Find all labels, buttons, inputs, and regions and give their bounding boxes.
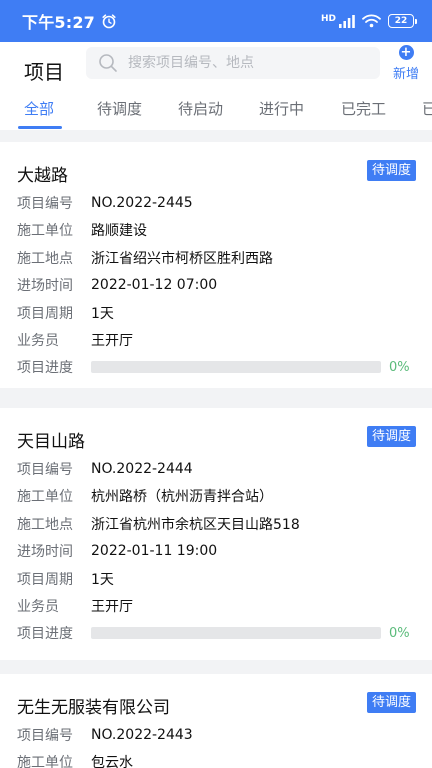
entry-time-label: 进场时间 [17,544,73,560]
contractor-value: 杭州路桥（杭州沥青拌合站） [91,489,273,505]
tab-more[interactable]: 已 [422,98,432,119]
status-time: 下午5:27 [22,13,95,32]
project-card[interactable]: 大越路 待调度 项目编号 NO.2022-2445 施工单位 路顺建设 施工地点… [0,142,432,388]
period-row: 项目周期 1天 [17,568,417,590]
status-badge: 待调度 [366,692,416,713]
entry-time-value: 2022-01-11 19:00 [91,543,218,559]
tab-pending-start[interactable]: 待启动 [178,98,223,119]
entry-time-value: 2022-01-12 07:00 [91,277,218,293]
project-number-value: NO.2022-2443 [91,727,193,743]
project-name: 无生无服装有限公司 [17,698,170,718]
progress-row: 项目进度 0% [17,356,417,378]
status-tabs: 全部 待调度 待启动 进行中 已完工 已 [0,90,432,130]
tab-all[interactable]: 全部 [24,98,54,119]
tab-in-progress[interactable]: 进行中 [259,98,304,119]
progress-percent: 0% [389,359,410,375]
contractor-row: 施工单位 包云水 [17,751,417,768]
period-value: 1天 [91,572,114,588]
add-project-label: 新增 [392,67,419,82]
search-bar[interactable] [86,47,380,79]
status-badge: 待调度 [366,160,416,181]
salesperson-value: 王开厅 [91,599,133,615]
entry-time-row: 进场时间 2022-01-11 19:00 [17,540,417,562]
period-value: 1天 [91,306,114,322]
contractor-label: 施工单位 [17,489,73,505]
project-number-row: 项目编号 NO.2022-2443 [17,724,417,746]
contractor-row: 施工单位 路顺建设 [17,219,417,241]
period-row: 项目周期 1天 [17,302,417,324]
progress-row: 项目进度 0% [17,622,417,644]
period-label: 项目周期 [17,306,73,322]
progress-bar [91,627,381,639]
page-title: 项目 [24,59,64,84]
search-input[interactable] [128,55,358,71]
app-header: 项目 + 新增 全部 待调度 待启动 进行中 已完工 已 [0,42,432,130]
project-card[interactable]: 天目山路 待调度 项目编号 NO.2022-2444 施工单位 杭州路桥（杭州沥… [0,408,432,660]
location-value: 浙江省绍兴市柯桥区胜利西路 [91,251,273,267]
status-bar: 下午5:27 HD 22 [0,0,432,42]
salesperson-row: 业务员 王开厅 [17,329,417,351]
progress-label: 项目进度 [17,626,73,642]
location-label: 施工地点 [17,251,73,267]
progress-label: 项目进度 [17,360,73,376]
salesperson-label: 业务员 [17,333,59,349]
tab-completed[interactable]: 已完工 [341,98,386,119]
add-project-button[interactable]: + 新增 [388,45,424,85]
battery-level: 22 [394,16,408,26]
battery-icon: 22 [388,14,417,28]
tab-pending-dispatch[interactable]: 待调度 [97,98,142,119]
location-row: 施工地点 浙江省杭州市余杭区天目山路518 [17,513,417,535]
project-number-row: 项目编号 NO.2022-2444 [17,458,417,480]
contractor-label: 施工单位 [17,755,73,768]
salesperson-label: 业务员 [17,599,59,615]
contractor-value: 路顺建设 [91,223,147,239]
salesperson-row: 业务员 王开厅 [17,595,417,617]
wifi-icon [362,14,381,28]
network-type-label: HD [320,13,336,24]
entry-time-label: 进场时间 [17,278,73,294]
progress-bar [91,361,381,373]
alarm-icon [101,13,117,29]
plus-icon: + [398,45,414,60]
contractor-label: 施工单位 [17,223,73,239]
project-number-value: NO.2022-2444 [91,461,193,477]
status-badge: 待调度 [366,426,416,447]
location-row: 施工地点 浙江省绍兴市柯桥区胜利西路 [17,247,417,269]
project-number-row: 项目编号 NO.2022-2445 [17,192,417,214]
contractor-value: 包云水 [91,755,133,768]
project-number-value: NO.2022-2445 [91,195,193,211]
project-number-label: 项目编号 [17,728,73,744]
project-name: 大越路 [17,166,68,186]
cellular-signal-icon: HD [320,13,355,28]
location-label: 施工地点 [17,517,73,533]
project-number-label: 项目编号 [17,462,73,478]
contractor-row: 施工单位 杭州路桥（杭州沥青拌合站） [17,485,417,507]
salesperson-value: 王开厅 [91,333,133,349]
location-value: 浙江省杭州市余杭区天目山路518 [91,517,300,533]
active-tab-indicator [18,126,62,129]
project-name: 天目山路 [17,432,85,452]
search-icon [98,53,118,73]
entry-time-row: 进场时间 2022-01-12 07:00 [17,274,417,296]
progress-percent: 0% [389,625,410,641]
project-card[interactable]: 无生无服装有限公司 待调度 项目编号 NO.2022-2443 施工单位 包云水 [0,674,432,768]
period-label: 项目周期 [17,572,73,588]
project-number-label: 项目编号 [17,196,73,212]
